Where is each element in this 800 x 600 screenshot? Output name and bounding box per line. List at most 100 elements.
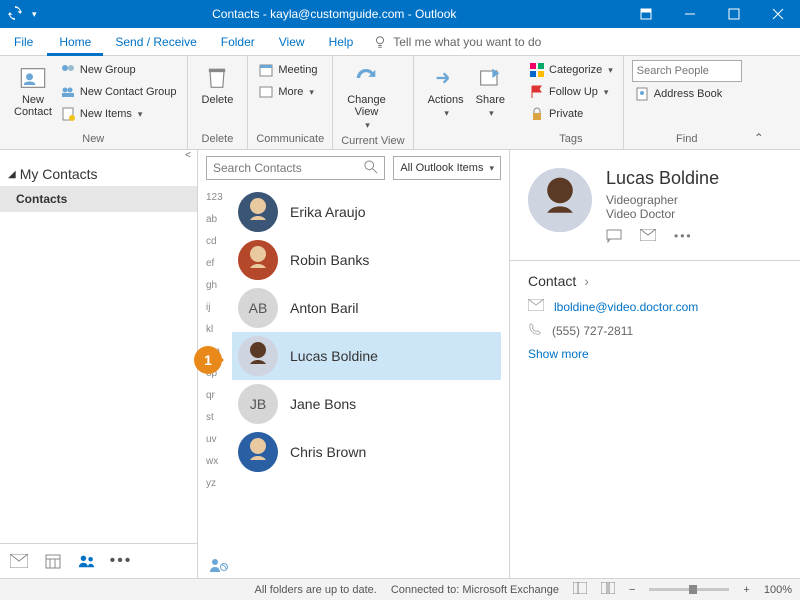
phone-row: (555) 727-2811	[528, 322, 784, 339]
navigation-pane: < ◢My Contacts Contacts •••	[0, 150, 198, 578]
collapse-ribbon-icon[interactable]: ⌃	[750, 56, 768, 149]
alpha-123[interactable]: 123	[206, 192, 232, 210]
people-nav-icon[interactable]	[78, 552, 96, 570]
status-bar: All folders are up to date. Connected to…	[0, 578, 800, 600]
close-button[interactable]	[756, 0, 800, 28]
search-people-input[interactable]	[632, 60, 742, 82]
trash-icon	[203, 64, 231, 92]
more-button[interactable]: More▾	[256, 82, 319, 102]
people-view-icon[interactable]	[208, 557, 228, 576]
flag-icon	[529, 84, 545, 100]
filter-dropdown[interactable]: All Outlook Items▾	[393, 156, 501, 180]
status-sync: All folders are up to date.	[255, 584, 377, 596]
im-action-icon[interactable]	[606, 229, 622, 246]
window-title: Contacts - kayla@customguide.com - Outlo…	[45, 7, 624, 21]
tab-home[interactable]: Home	[47, 28, 103, 56]
minimize-button[interactable]	[668, 0, 712, 28]
ribbon-group-new: New Contact New Group New Contact Group …	[0, 56, 188, 149]
contact-row[interactable]: Robin Banks	[232, 236, 501, 284]
view-normal-icon[interactable]	[573, 582, 587, 597]
status-connection: Connected to: Microsoft Exchange	[391, 584, 559, 596]
follow-up-button[interactable]: Follow Up▾	[527, 82, 615, 102]
tell-me-search[interactable]: Tell me what you want to do	[373, 35, 541, 49]
envelope-icon	[528, 299, 544, 314]
avatar	[238, 432, 278, 472]
more-action-icon[interactable]: •••	[674, 229, 693, 246]
mail-nav-icon[interactable]	[10, 552, 28, 570]
nav-collapse-icon[interactable]: <	[0, 150, 197, 162]
maximize-button[interactable]	[712, 0, 756, 28]
alpha-gh[interactable]: gh	[206, 280, 232, 298]
zoom-out-button[interactable]: −	[629, 584, 635, 596]
alpha-ij[interactable]: ij	[206, 302, 232, 320]
actions-button[interactable]: Actions▾	[422, 60, 470, 123]
change-view-icon	[352, 64, 380, 92]
alpha-kl[interactable]: kl	[206, 324, 232, 342]
main-area: < ◢My Contacts Contacts ••• Search Conta…	[0, 150, 800, 578]
chevron-right-icon: ›	[584, 273, 589, 289]
view-reading-icon[interactable]	[601, 582, 615, 597]
new-group-button[interactable]: New Group	[58, 60, 179, 80]
tab-help[interactable]: Help	[317, 28, 366, 56]
sync-icon[interactable]	[8, 6, 22, 23]
contact-section-header[interactable]: Contact›	[528, 273, 784, 289]
alpha-st[interactable]: st	[206, 412, 232, 430]
contact-name: Chris Brown	[290, 444, 366, 460]
categorize-icon	[529, 62, 545, 78]
alpha-cd[interactable]: cd	[206, 236, 232, 254]
search-contacts-input[interactable]: Search Contacts	[206, 156, 385, 180]
show-more-link[interactable]: Show more	[528, 347, 784, 361]
alpha-ef[interactable]: ef	[206, 258, 232, 276]
zoom-slider[interactable]	[649, 588, 729, 591]
nav-item-contacts[interactable]: Contacts	[0, 186, 197, 212]
new-items-button[interactable]: New Items▾	[58, 104, 179, 124]
tab-folder[interactable]: Folder	[209, 28, 267, 56]
private-button[interactable]: Private	[527, 104, 615, 124]
contact-group-icon	[60, 84, 76, 100]
avatar	[238, 192, 278, 232]
zoom-in-button[interactable]: +	[743, 584, 749, 596]
more-nav-icon[interactable]: •••	[112, 552, 130, 570]
contact-row[interactable]: ABAnton Baril	[232, 284, 501, 332]
delete-button[interactable]: Delete	[196, 60, 240, 110]
ribbon-group-actions: Actions▾ Share▾	[414, 56, 519, 149]
ribbon-display-options-icon[interactable]	[624, 0, 668, 28]
categorize-button[interactable]: Categorize▾	[527, 60, 615, 80]
reading-pane: Lucas Boldine Videographer Video Doctor …	[510, 150, 800, 578]
contact-name: Erika Araujo	[290, 204, 365, 220]
group-icon	[60, 62, 76, 78]
ribbon-group-tags: Categorize▾ Follow Up▾ Private Tags	[519, 56, 624, 149]
alpha-uv[interactable]: uv	[206, 434, 232, 452]
alpha-wx[interactable]: wx	[206, 456, 232, 474]
new-contact-group-button[interactable]: New Contact Group	[58, 82, 179, 102]
contact-row[interactable]: Erika Araujo	[232, 188, 501, 236]
contact-row[interactable]: Chris Brown	[232, 428, 501, 476]
tab-file[interactable]: File	[0, 28, 47, 56]
contact-row[interactable]: Lucas Boldine	[232, 332, 501, 380]
meeting-button[interactable]: Meeting	[256, 60, 319, 80]
contact-list: Erika Araujo Robin Banks ABAnton BarilLuca…	[232, 188, 501, 554]
tab-send-receive[interactable]: Send / Receive	[103, 28, 208, 56]
email-action-icon[interactable]	[640, 229, 656, 246]
contact-name: Jane Bons	[290, 396, 356, 412]
email-link[interactable]: lboldine@video.doctor.com	[554, 300, 698, 314]
contact-name: Robin Banks	[290, 252, 369, 268]
contact-list-pane: Search Contacts All Outlook Items▾ 123 ab…	[198, 150, 510, 578]
new-contact-button[interactable]: New Contact	[8, 60, 58, 122]
alpha-ab[interactable]: ab	[206, 214, 232, 232]
ribbon-tabs: File Home Send / Receive Folder View Hel…	[0, 28, 800, 56]
contact-row[interactable]: JBJane Bons	[232, 380, 501, 428]
change-view-button[interactable]: Change View ▾	[341, 60, 392, 135]
calendar-nav-icon[interactable]	[44, 552, 62, 570]
alpha-qr[interactable]: qr	[206, 390, 232, 408]
contact-name: Anton Baril	[290, 300, 358, 316]
nav-header[interactable]: ◢My Contacts	[0, 162, 197, 186]
ribbon-group-currentview: Change View ▾ Current View	[333, 56, 413, 149]
alpha-yz[interactable]: yz	[206, 478, 232, 496]
address-book-button[interactable]: Address Book	[632, 84, 742, 104]
share-button[interactable]: Share▾	[470, 60, 511, 123]
tab-view[interactable]: View	[267, 28, 317, 56]
qat-dropdown-icon[interactable]: ▾	[32, 9, 37, 20]
avatar	[238, 240, 278, 280]
contact-avatar	[528, 168, 592, 232]
